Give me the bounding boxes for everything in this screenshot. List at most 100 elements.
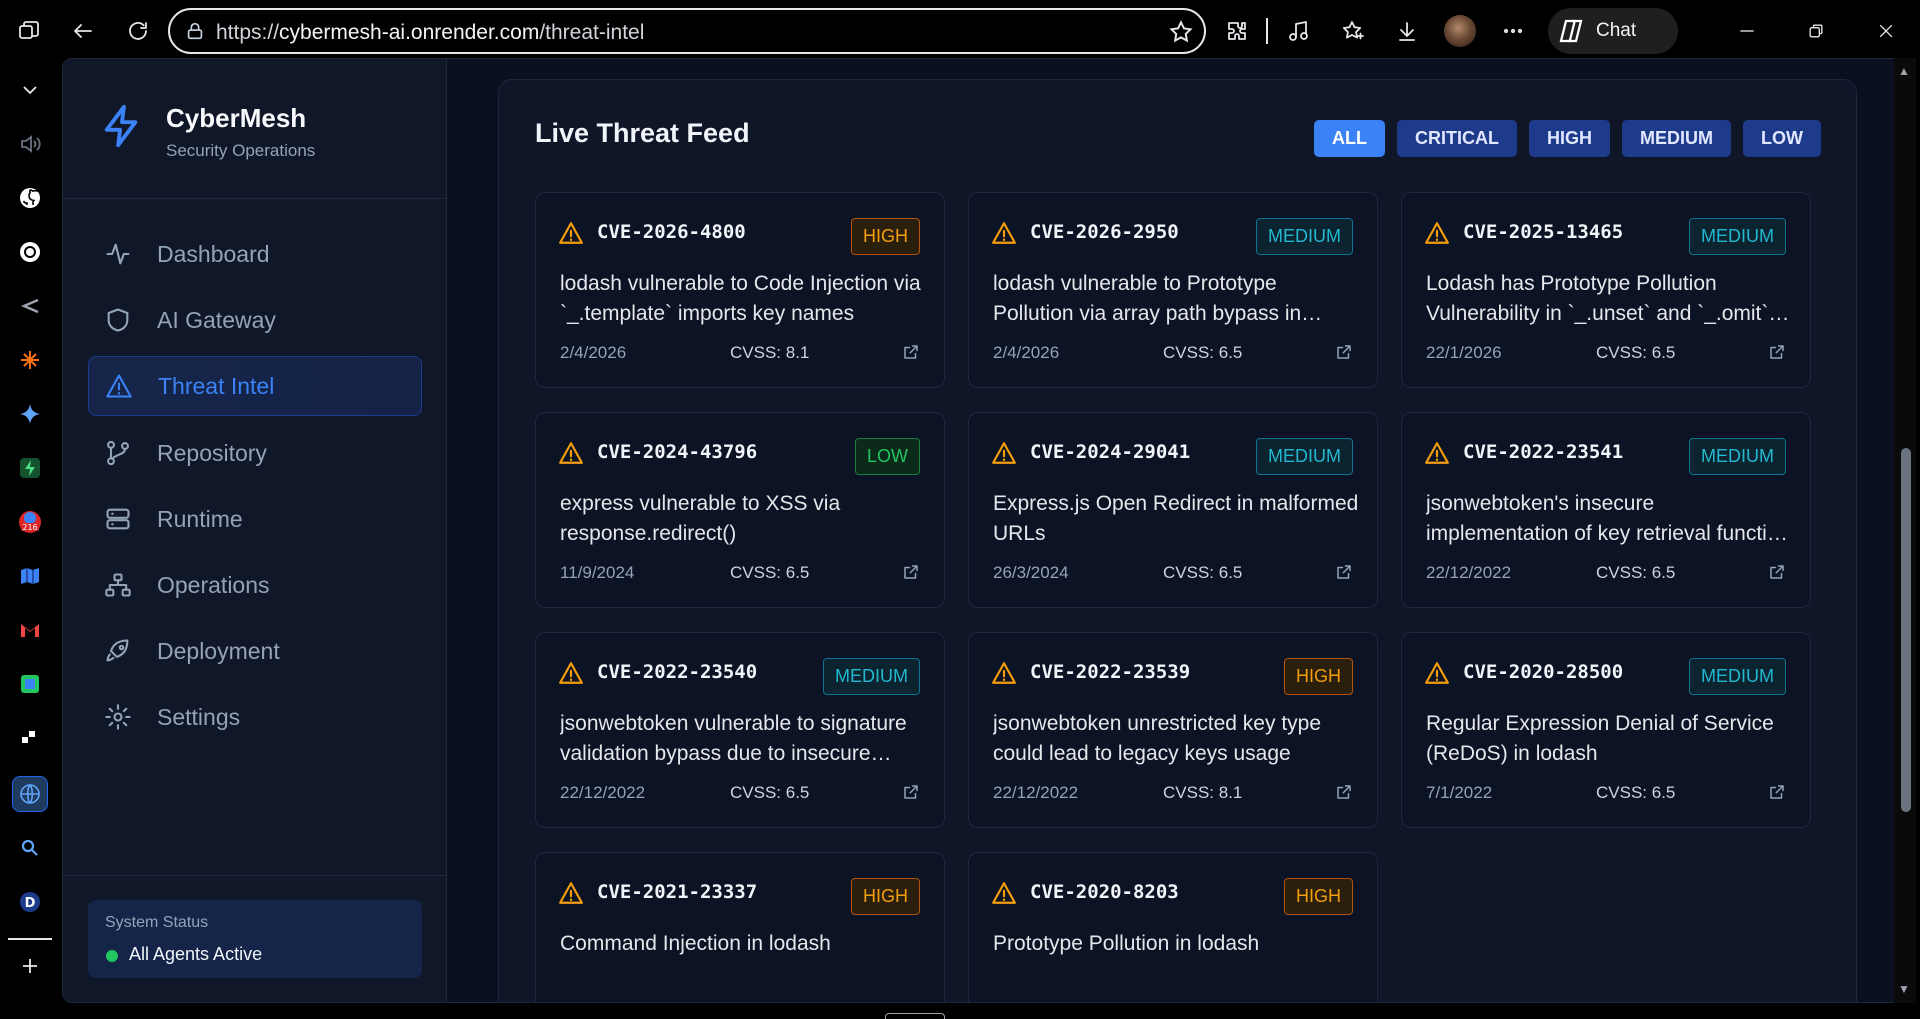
threat-card[interactable]: CVE-2026-4800 HIGH lodash vulnerable to Co… [535,192,945,388]
cve-id: CVE-2022-23540 [597,661,758,683]
cve-id: CVE-2020-28500 [1463,661,1624,683]
severity-badge: HIGH [1284,878,1353,915]
docker-icon[interactable] [12,720,48,756]
add-icon[interactable] [12,948,48,984]
threat-card[interactable]: CVE-2026-2950 MEDIUM lodash vulnerable to … [968,192,1378,388]
filter-low-button[interactable]: LOW [1743,120,1821,157]
nav-item-ai-gateway[interactable]: AI Gateway [88,290,422,350]
favorite-star-icon[interactable] [1168,19,1194,45]
external-link-icon[interactable] [1335,343,1353,361]
published-date: 2/4/2026 [560,343,627,362]
scrollbar-thumb[interactable] [1901,448,1911,812]
nav-item-operations[interactable]: Operations [88,555,422,615]
threat-card[interactable]: CVE-2024-29041 MEDIUM Express.js Open Redi… [968,412,1378,608]
scroll-up-arrow-icon[interactable]: ▲ [1898,64,1910,78]
d-app-icon[interactable]: D [12,884,48,920]
published-date: 2/4/2026 [993,343,1060,362]
warning-triangle-icon [991,660,1017,686]
window-bottom-edge [0,1005,1920,1019]
refresh-icon[interactable] [121,14,155,48]
external-link-icon[interactable] [1768,563,1786,581]
cve-id: CVE-2025-13465 [1463,221,1624,243]
search-icon[interactable] [12,830,48,866]
threat-card[interactable]: CVE-2022-23541 MEDIUM jsonwebtoken's insec… [1401,412,1811,608]
back-arrow-icon[interactable] [66,14,100,48]
external-link-icon[interactable] [1335,563,1353,581]
external-link-icon[interactable] [1768,783,1786,801]
severity-badge: MEDIUM [1256,438,1353,475]
rocket-icon [103,636,133,666]
brand-subtitle: Security Operations [166,141,316,160]
scroll-down-arrow-icon[interactable]: ▼ [1898,982,1910,996]
download-icon[interactable] [1390,14,1424,48]
claude-icon[interactable] [12,342,48,378]
external-link-icon[interactable] [1335,783,1353,801]
filter-high-button[interactable]: HIGH [1529,120,1610,157]
address-bar[interactable]: https://cybermesh-ai.onrender.com/threat… [168,8,1206,54]
system-status-card: System Status All Agents Active [88,900,422,978]
nav-item-dashboard[interactable]: Dashboard [88,224,422,284]
url-scheme: https:// [216,21,280,44]
tabs-icon[interactable] [12,288,48,324]
cvss-score: CVSS: 6.5 [730,563,810,582]
threat-card[interactable]: CVE-2020-8203 HIGH Prototype Pollution in … [968,852,1378,1002]
maps-icon[interactable] [12,558,48,594]
lock-icon[interactable] [184,20,206,42]
media-control-icon[interactable] [1282,14,1316,48]
nav-label: AI Gateway [157,306,276,333]
warning-triangle-icon [991,880,1017,906]
favorites-icon[interactable] [1336,14,1370,48]
page-scrollbar[interactable]: ▲ ▼ [1894,58,1916,1003]
published-date: 22/12/2022 [1426,563,1512,582]
external-link-icon[interactable] [1768,343,1786,361]
speaker-icon[interactable] [12,126,48,162]
openai-icon[interactable] [12,234,48,270]
nav-item-threat-intel[interactable]: Threat Intel [88,356,422,416]
filter-all-button[interactable]: ALL [1314,120,1385,157]
threat-card[interactable]: CVE-2021-23337 HIGH Command Injection in l… [535,852,945,1002]
gemini-icon[interactable] [12,396,48,432]
warning-triangle-icon [1424,660,1450,686]
severity-badge: MEDIUM [1689,438,1786,475]
lightning-logo-icon [99,103,145,149]
threat-card[interactable]: CVE-2022-23539 HIGH jsonwebtoken unrestric… [968,632,1378,828]
severity-badge: MEDIUM [1689,218,1786,255]
cvss-score: CVSS: 6.5 [1163,563,1243,582]
profile-avatar[interactable] [1444,15,1476,47]
collapse-chevron-icon[interactable] [12,72,48,108]
extensions-icon[interactable] [1220,14,1254,48]
gmail-icon[interactable] [12,612,48,648]
threat-description: Express.js Open Redirect in malformed UR… [993,492,1359,545]
cve-id: CVE-2022-23541 [1463,441,1624,463]
globe-icon[interactable] [12,776,48,812]
github-icon[interactable] [12,180,48,216]
filter-medium-button[interactable]: MEDIUM [1622,120,1731,157]
nav-item-repository[interactable]: Repository [88,423,422,483]
threat-feed-panel: Live Threat Feed ALL CRITICAL HIGH MEDIU… [498,79,1857,1002]
bolt-app-icon[interactable] [12,450,48,486]
browser-toolbar: https://cybermesh-ai.onrender.com/threat… [0,0,1920,62]
external-link-icon[interactable] [902,563,920,581]
minimize-icon[interactable] [1730,14,1764,48]
workspaces-icon[interactable] [12,14,46,48]
warning-triangle-icon [1424,220,1450,246]
colorful-app-icon[interactable] [12,666,48,702]
nav-item-settings[interactable]: Settings [88,687,422,747]
threat-card[interactable]: CVE-2024-43796 LOW express vulnerable to X… [535,412,945,608]
restore-icon[interactable] [1799,14,1833,48]
close-window-icon[interactable] [1869,14,1903,48]
notifications-badge-icon[interactable]: 216 [12,504,48,540]
cvss-score: CVSS: 8.1 [730,343,810,362]
more-menu-icon[interactable] [1496,14,1530,48]
threat-card[interactable]: CVE-2025-13465 MEDIUM Lodash has Prototype… [1401,192,1811,388]
nav-item-runtime[interactable]: Runtime [88,489,422,549]
copilot-chat-button[interactable]: Chat [1548,8,1678,54]
threat-card[interactable]: CVE-2020-28500 MEDIUM Regular Expression D… [1401,632,1811,828]
cvss-score: CVSS: 6.5 [1596,783,1676,802]
external-link-icon[interactable] [902,343,920,361]
external-link-icon[interactable] [902,783,920,801]
threat-card[interactable]: CVE-2022-23540 MEDIUM jsonwebtoken vulnera… [535,632,945,828]
url-text[interactable]: https://cybermesh-ai.onrender.com/threat… [216,21,644,45]
nav-item-deployment[interactable]: Deployment [88,621,422,681]
filter-critical-button[interactable]: CRITICAL [1397,120,1517,157]
